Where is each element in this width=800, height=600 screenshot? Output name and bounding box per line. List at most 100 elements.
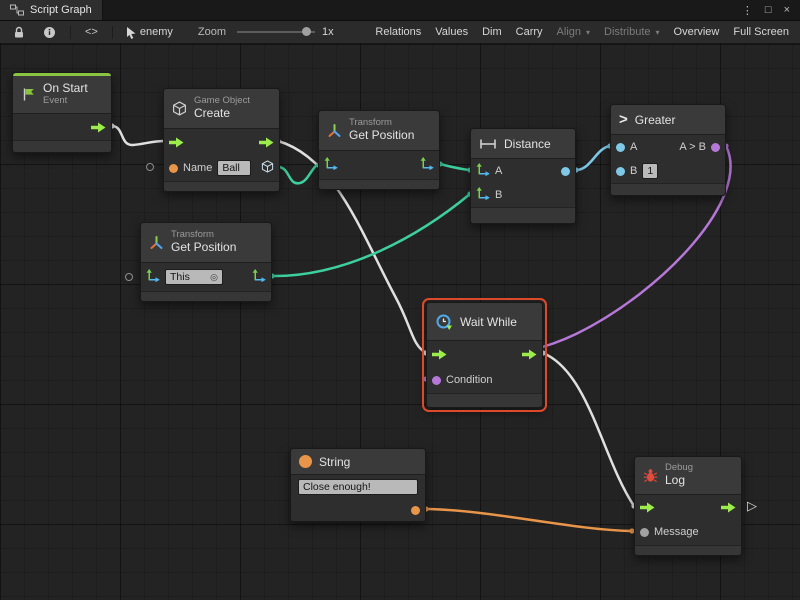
dim-button[interactable]: Dim: [475, 21, 509, 43]
flow-out-port[interactable]: [721, 502, 736, 513]
node-title: Distance: [504, 137, 551, 151]
flow-out-port[interactable]: [259, 137, 274, 148]
node-footer: [141, 291, 271, 301]
string-in-port[interactable]: [169, 164, 178, 173]
distribute-label: Distribute: [604, 26, 650, 38]
node-header: Game Object Create: [164, 89, 279, 129]
distribute-button[interactable]: Distribute ▾: [597, 21, 666, 43]
node-distance[interactable]: Distance A B: [470, 128, 576, 224]
port-row: A: [471, 159, 575, 183]
values-label: Values: [435, 26, 468, 38]
flow-out-port[interactable]: [91, 122, 106, 133]
node-header: Transform Get Position: [319, 111, 439, 151]
string-value-field[interactable]: Close enough!: [298, 479, 418, 495]
graph-breadcrumb[interactable]: enemy: [118, 21, 180, 43]
wire-flow-waitwhile-to-log[interactable]: [540, 350, 636, 508]
node-wait-while[interactable]: Wait While Condition: [426, 302, 543, 408]
vector-b-port[interactable]: [476, 187, 490, 203]
relations-label: Relations: [375, 26, 421, 38]
port-row: B: [471, 183, 575, 207]
zoom-slider-knob[interactable]: [302, 27, 311, 36]
port-row: [291, 499, 425, 521]
target-field[interactable]: This ◎: [165, 269, 223, 285]
wire-vector-getposition-to-distance-a[interactable]: [437, 161, 472, 172]
zoom-slider[interactable]: [237, 31, 315, 33]
port-row: Name Ball: [164, 155, 279, 181]
wire-flow-onstart-to-create[interactable]: [109, 123, 167, 145]
window-titlebar: Script Graph ⋮ □ ×: [0, 0, 800, 21]
vector-out-port[interactable]: [252, 269, 266, 285]
string-out-port[interactable]: [411, 506, 420, 515]
wire-float-distance-to-greater[interactable]: [573, 143, 612, 172]
align-button[interactable]: Align ▾: [550, 21, 597, 43]
relations-button[interactable]: Relations: [368, 21, 428, 43]
node-title: Log: [665, 474, 693, 488]
node-header: String: [291, 449, 425, 475]
carry-button[interactable]: Carry: [509, 21, 550, 43]
object-picker-icon[interactable]: ◎: [210, 270, 218, 284]
node-greater[interactable]: > Greater A A > B B 1: [610, 104, 726, 196]
flow-in-port[interactable]: [432, 349, 447, 360]
node-header: Debug Log: [635, 457, 741, 495]
graph-canvas[interactable]: On Start Event Game Object Create Name B…: [0, 44, 800, 600]
node-title: String: [319, 455, 350, 469]
cube-icon: [172, 101, 187, 116]
wire-string-string-to-log[interactable]: [423, 506, 634, 533]
wire-vector-getposition-to-distance-b[interactable]: [269, 191, 472, 278]
node-title: Greater: [635, 113, 676, 127]
node-header: > Greater: [611, 105, 725, 135]
tab-script-graph[interactable]: Script Graph: [0, 0, 103, 20]
vector-out-port[interactable]: [420, 157, 434, 173]
node-create[interactable]: Game Object Create Name Ball: [163, 88, 280, 192]
port-row: [319, 151, 439, 179]
port-row: [164, 129, 279, 155]
node-get-position-self[interactable]: Transform Get Position This ◎: [140, 222, 272, 302]
code-icon: <>: [85, 26, 98, 38]
values-button[interactable]: Values: [428, 21, 475, 43]
flow-continue-icon: ▷: [747, 498, 757, 514]
flow-in-port[interactable]: [640, 502, 655, 513]
graph-toolbar: <> enemy Zoom 1x Relations Values Dim Ca…: [0, 21, 800, 44]
overview-button[interactable]: Overview: [667, 21, 727, 43]
maximize-icon[interactable]: □: [765, 4, 772, 16]
flow-in-port[interactable]: [169, 137, 184, 148]
float-a-port[interactable]: [616, 143, 625, 152]
window-menu-icon[interactable]: ⋮: [742, 4, 753, 17]
fullscreen-button[interactable]: Full Screen: [726, 21, 796, 43]
node-header: Distance: [471, 129, 575, 159]
inspect-button[interactable]: [34, 21, 65, 43]
node-string[interactable]: String Close enough!: [290, 448, 426, 522]
info-icon: [43, 26, 56, 39]
float-out-port[interactable]: [561, 167, 570, 176]
zoom-control: Zoom 1x: [198, 26, 334, 38]
toolbar-separator: [70, 26, 71, 39]
edit-graph-button[interactable]: <>: [76, 21, 107, 43]
node-debug-log[interactable]: Debug Log Message: [634, 456, 742, 556]
transform-in-port[interactable]: [146, 269, 160, 285]
message-port[interactable]: [640, 528, 649, 537]
port-label: Name: [183, 162, 212, 174]
node-get-position-ball[interactable]: Transform Get Position: [318, 110, 440, 190]
bool-out-port[interactable]: [711, 143, 720, 152]
wire-object-create-to-getposition[interactable]: [275, 161, 322, 183]
node-on-start[interactable]: On Start Event: [12, 72, 112, 153]
port-label: Message: [654, 526, 699, 538]
transform-in-port[interactable]: [324, 157, 338, 173]
vector-a-port[interactable]: [476, 163, 490, 179]
port-row: Message: [635, 519, 741, 545]
gameobject-out-port[interactable]: [261, 160, 274, 176]
node-footer: [319, 179, 439, 189]
b-value-field[interactable]: 1: [642, 163, 658, 179]
lock-button[interactable]: [4, 21, 34, 43]
name-field[interactable]: Ball: [217, 160, 251, 176]
condition-port[interactable]: [432, 376, 441, 385]
float-b-port[interactable]: [616, 167, 625, 176]
pointer-icon: [125, 26, 137, 39]
flow-out-port[interactable]: [522, 349, 537, 360]
bug-icon: [643, 468, 658, 483]
node-header: On Start Event: [13, 76, 111, 114]
port-row: Condition: [427, 367, 542, 393]
chevron-down-icon: ▾: [586, 28, 590, 37]
node-header: Transform Get Position: [141, 223, 271, 263]
close-icon[interactable]: ×: [784, 4, 790, 16]
